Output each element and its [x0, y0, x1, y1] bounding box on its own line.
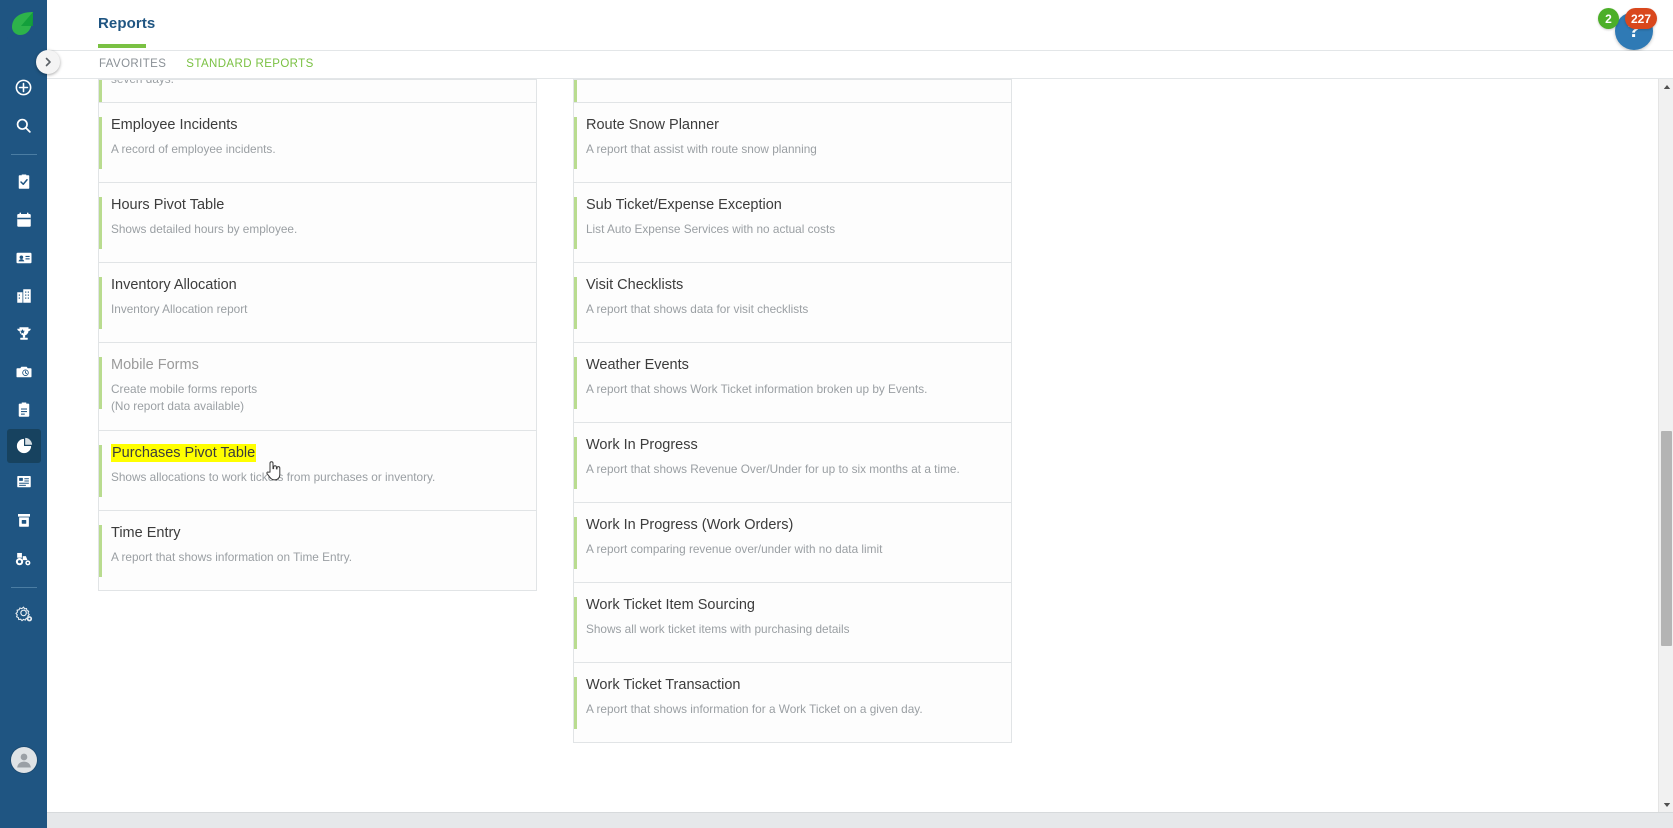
list-item[interactable]: Hours Pivot Table Shows detailed hours b… — [98, 183, 537, 263]
report-description: Shows detailed hours by employee. — [111, 222, 298, 237]
rail-expand-button[interactable] — [36, 50, 60, 74]
sidebar-item-equipment[interactable] — [0, 539, 47, 577]
alerts-badge[interactable]: 227 — [1624, 8, 1657, 29]
report-description: A report that shows Work Ticket informat… — [586, 382, 928, 397]
report-title: Work In Progress (Work Orders) — [586, 517, 794, 533]
sidebar-item-properties[interactable] — [0, 277, 47, 315]
report-title: Mobile Forms — [111, 357, 199, 373]
list-item[interactable] — [573, 79, 1012, 103]
list-item[interactable]: Weather Events A report that shows Work … — [573, 343, 1012, 423]
sidebar-item-settings[interactable] — [0, 596, 47, 634]
app-logo[interactable] — [5, 4, 43, 42]
reports-columns: seven days. Employee Incidents A record … — [98, 79, 1560, 743]
sidebar-item-search[interactable] — [0, 106, 47, 144]
report-description: A report that shows information for a Wo… — [586, 702, 923, 717]
list-item[interactable]: Visit Checklists A report that shows dat… — [573, 263, 1012, 343]
report-description: A report that assist with route snow pla… — [586, 142, 817, 157]
list-item[interactable]: Work In Progress (Work Orders) A report … — [573, 503, 1012, 583]
triangle-down-icon — [1663, 802, 1670, 807]
list-item[interactable]: Work In Progress A report that shows Rev… — [573, 423, 1012, 503]
scroll-down-button[interactable] — [1659, 797, 1673, 812]
report-description: A report comparing revenue over/under wi… — [586, 542, 883, 557]
chevron-right-icon — [45, 57, 51, 67]
report-title: Inventory Allocation — [111, 277, 237, 293]
sidebar-item-work-tickets[interactable] — [0, 391, 47, 429]
list-item[interactable]: Time Entry A report that shows informati… — [98, 510, 537, 591]
notifications-badge[interactable]: 2 — [1598, 8, 1619, 29]
list-item[interactable]: Work Ticket Transaction A report that sh… — [573, 663, 1012, 743]
report-description: A report that shows information on Time … — [111, 549, 353, 564]
scroll-up-button[interactable] — [1659, 79, 1673, 94]
report-title: Employee Incidents — [111, 117, 238, 133]
list-item[interactable]: Route Snow Planner A report that assist … — [573, 103, 1012, 183]
tab-favorites[interactable]: FAVORITES — [99, 58, 166, 72]
reports-scroll-area: seven days. Employee Incidents A record … — [47, 79, 1673, 812]
reports-column-right: Route Snow Planner A report that assist … — [573, 79, 1012, 743]
sidebar-item-calendar[interactable] — [0, 201, 47, 239]
report-description: List Auto Expense Services with no actua… — [586, 222, 836, 237]
sidebar-item-add[interactable] — [0, 68, 47, 106]
report-title: Weather Events — [586, 357, 689, 373]
page-title-underline — [98, 44, 146, 48]
list-item[interactable]: Mobile Forms Create mobile forms reports… — [98, 343, 537, 431]
report-description: Create mobile forms reports (No report d… — [111, 382, 258, 414]
report-title: Visit Checklists — [586, 277, 684, 293]
report-tabs: FAVORITES STANDARD REPORTS — [47, 51, 1673, 79]
report-description: seven days. — [111, 79, 174, 86]
report-description: A record of employee incidents. — [111, 142, 276, 157]
rail-divider-bottom — [10, 587, 37, 588]
list-item[interactable]: Inventory Allocation Inventory Allocatio… — [98, 263, 537, 343]
report-title-highlight: Purchases Pivot Table — [111, 443, 257, 462]
rail-bottom-filler — [0, 812, 47, 828]
sidebar-item-tasks[interactable] — [0, 163, 47, 201]
rail-divider-top — [10, 154, 37, 155]
page-header: Reports 2 227 ? — [47, 0, 1673, 51]
list-item[interactable]: Employee Incidents A record of employee … — [98, 103, 537, 183]
scrollbar-thumb[interactable] — [1661, 431, 1672, 646]
report-description: A report that shows Revenue Over/Under f… — [586, 462, 960, 477]
report-title: Route Snow Planner — [586, 117, 719, 133]
report-title: Purchases Pivot Table — [111, 443, 522, 462]
report-description: Shows allocations to work tickets from p… — [111, 469, 436, 484]
page-title: Reports — [98, 15, 156, 32]
app-root: Reports 2 227 ? FAVORITES STANDARD REPOR… — [0, 0, 1673, 828]
report-title: Sub Ticket/Expense Exception — [586, 197, 782, 213]
report-title: Time Entry — [111, 524, 181, 541]
avatar[interactable] — [10, 747, 37, 773]
list-item[interactable]: Sub Ticket/Expense Exception List Auto E… — [573, 183, 1012, 263]
report-title: Work Ticket Transaction — [586, 677, 741, 693]
rail-icon-list — [0, 68, 47, 634]
sidebar-item-invoices[interactable] — [0, 463, 47, 501]
report-description: A report that shows data for visit check… — [586, 302, 809, 317]
header-actions: 2 227 ? — [1539, 4, 1659, 50]
left-navigation-rail — [0, 0, 47, 828]
sidebar-item-reports[interactable] — [6, 429, 41, 463]
bottom-status-bar — [47, 812, 1673, 828]
sidebar-item-inventory[interactable] — [0, 501, 47, 539]
sidebar-item-site-audits[interactable] — [0, 353, 47, 391]
report-description: Inventory Allocation report — [111, 302, 248, 317]
list-item[interactable]: seven days. — [98, 79, 537, 103]
tab-standard-reports[interactable]: STANDARD REPORTS — [186, 58, 313, 72]
report-title: Hours Pivot Table — [111, 197, 225, 213]
list-item[interactable]: Work Ticket Item Sourcing Shows all work… — [573, 583, 1012, 663]
report-title: Work In Progress — [586, 437, 698, 453]
report-title: Work Ticket Item Sourcing — [586, 597, 755, 613]
vertical-scrollbar[interactable] — [1658, 79, 1673, 812]
reports-column-left: seven days. Employee Incidents A record … — [98, 79, 537, 743]
list-item[interactable]: Purchases Pivot Table Shows allocations … — [98, 430, 537, 511]
sidebar-item-opportunities[interactable] — [0, 315, 47, 353]
triangle-up-icon — [1663, 84, 1670, 89]
sidebar-item-contacts[interactable] — [0, 239, 47, 277]
report-description: Shows all work ticket items with purchas… — [586, 622, 850, 637]
